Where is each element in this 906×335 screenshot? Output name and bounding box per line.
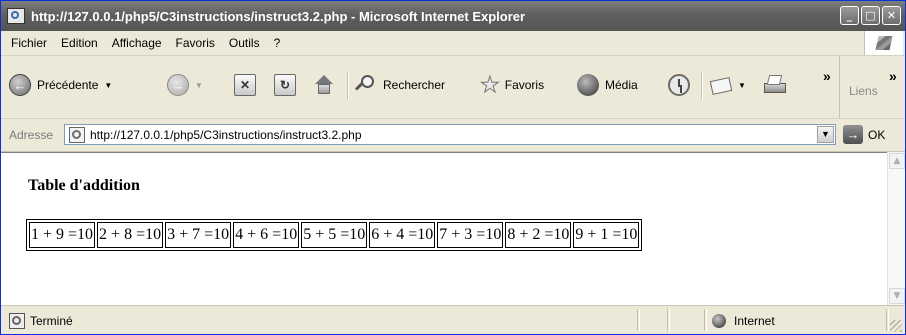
home-icon bbox=[313, 74, 335, 96]
print-button[interactable] bbox=[761, 70, 787, 100]
menu-affichage[interactable]: Affichage bbox=[105, 36, 169, 50]
media-icon bbox=[577, 74, 599, 96]
status-text: Terminé bbox=[30, 314, 73, 328]
address-bar: Adresse http://127.0.0.1/php5/C3instruct… bbox=[1, 119, 905, 152]
favorites-star-icon: ★ bbox=[480, 72, 501, 97]
media-label: Média bbox=[605, 78, 638, 92]
security-zone-label: Internet bbox=[734, 314, 775, 328]
status-bar: Terminé Internet bbox=[1, 305, 905, 334]
addition-table: 1 + 9 =10 2 + 8 =10 3 + 7 =10 4 + 6 =10 … bbox=[26, 219, 643, 251]
links-label[interactable]: Liens bbox=[849, 84, 878, 98]
toolbar-separator bbox=[701, 72, 703, 100]
toolbar-overflow-chevron[interactable]: » bbox=[823, 68, 831, 84]
forward-button[interactable]: → ▼ bbox=[167, 70, 203, 100]
window-controls: _ □ ✕ bbox=[840, 6, 901, 25]
go-button[interactable]: → OK bbox=[843, 125, 885, 144]
minimize-button[interactable]: _ bbox=[840, 6, 859, 25]
table-row: 1 + 9 =10 2 + 8 =10 3 + 7 =10 4 + 6 =10 … bbox=[29, 222, 640, 248]
page-content: Table d'addition 1 + 9 =10 2 + 8 =10 3 +… bbox=[1, 152, 887, 306]
menu-favoris[interactable]: Favoris bbox=[169, 36, 222, 50]
resize-grip-icon[interactable] bbox=[890, 320, 902, 332]
page-icon bbox=[69, 126, 85, 143]
scroll-down-icon[interactable]: ▼ bbox=[889, 288, 905, 304]
table-cell: 2 + 8 =10 bbox=[97, 222, 164, 248]
go-arrow-icon: → bbox=[843, 125, 863, 144]
status-pane-divider bbox=[886, 309, 889, 331]
table-cell: 4 + 6 =10 bbox=[233, 222, 300, 248]
status-pane-divider bbox=[667, 309, 670, 331]
stop-icon: ✕ bbox=[234, 74, 256, 96]
links-overflow-chevron[interactable]: » bbox=[889, 68, 897, 84]
refresh-button[interactable]: ↻ bbox=[274, 70, 296, 100]
status-pane-divider bbox=[637, 309, 640, 331]
close-button[interactable]: ✕ bbox=[882, 6, 901, 25]
forward-dropdown-icon[interactable]: ▼ bbox=[195, 81, 203, 90]
refresh-icon: ↻ bbox=[274, 74, 296, 96]
maximize-button[interactable]: □ bbox=[861, 6, 880, 25]
title-bar[interactable]: http://127.0.0.1/php5/C3instructions/ins… bbox=[1, 1, 905, 31]
internet-zone-icon bbox=[712, 314, 726, 328]
table-cell: 9 + 1 =10 bbox=[573, 222, 640, 248]
address-input[interactable]: http://127.0.0.1/php5/C3instructions/ins… bbox=[64, 124, 836, 145]
history-icon bbox=[668, 74, 690, 96]
home-button[interactable] bbox=[313, 70, 335, 100]
menu-help[interactable]: ? bbox=[267, 36, 288, 50]
address-dropdown-icon[interactable]: ▼ bbox=[817, 126, 834, 143]
media-button[interactable]: Média bbox=[577, 70, 638, 100]
stop-button[interactable]: ✕ bbox=[234, 70, 256, 100]
table-cell: 3 + 7 =10 bbox=[165, 222, 232, 248]
table-cell: 1 + 9 =10 bbox=[29, 222, 96, 248]
standard-toolbar: ← Précédente ▼ → ▼ ✕ ↻ Rechercher ★ Favo… bbox=[1, 56, 905, 119]
search-label: Rechercher bbox=[383, 78, 446, 92]
menu-edition[interactable]: Edition bbox=[54, 36, 105, 50]
mail-dropdown-icon[interactable]: ▼ bbox=[738, 81, 746, 90]
window-title: http://127.0.0.1/php5/C3instructions/ins… bbox=[31, 8, 526, 24]
browser-window: http://127.0.0.1/php5/C3instructions/ins… bbox=[0, 0, 906, 335]
page-heading: Table d'addition bbox=[28, 177, 140, 194]
favorites-label: Favoris bbox=[504, 78, 545, 92]
address-label: Adresse bbox=[9, 128, 54, 142]
vertical-scrollbar[interactable]: ▲ ▼ bbox=[887, 152, 905, 305]
mail-button[interactable]: ▼ bbox=[710, 70, 746, 100]
ie-page-icon bbox=[7, 8, 25, 24]
page-done-icon bbox=[9, 313, 25, 329]
go-label: OK bbox=[868, 127, 886, 142]
search-icon bbox=[355, 74, 377, 96]
back-label: Précédente bbox=[37, 78, 99, 92]
back-button[interactable]: ← Précédente ▼ bbox=[9, 70, 112, 100]
history-button[interactable] bbox=[668, 70, 690, 100]
windows-logo-icon bbox=[864, 31, 903, 55]
search-button[interactable]: Rechercher bbox=[355, 70, 445, 100]
mail-icon bbox=[710, 74, 732, 96]
status-pane-divider bbox=[704, 309, 707, 331]
favorites-button[interactable]: ★ Favoris bbox=[480, 70, 545, 100]
back-arrow-icon: ← bbox=[9, 74, 31, 96]
address-url[interactable]: http://127.0.0.1/php5/C3instructions/ins… bbox=[90, 128, 362, 142]
toolbar-separator bbox=[347, 72, 349, 100]
menu-outils[interactable]: Outils bbox=[222, 36, 267, 50]
table-cell: 8 + 2 =10 bbox=[505, 222, 572, 248]
back-dropdown-icon[interactable]: ▼ bbox=[104, 81, 112, 90]
table-cell: 5 + 5 =10 bbox=[301, 222, 368, 248]
menu-fichier[interactable]: Fichier bbox=[1, 36, 54, 50]
menu-bar: Fichier Edition Affichage Favoris Outils… bbox=[1, 31, 905, 56]
scroll-up-icon[interactable]: ▲ bbox=[889, 153, 905, 169]
table-cell: 7 + 3 =10 bbox=[437, 222, 504, 248]
table-cell: 6 + 4 =10 bbox=[369, 222, 436, 248]
forward-arrow-icon: → bbox=[167, 74, 189, 96]
printer-icon bbox=[761, 74, 787, 96]
